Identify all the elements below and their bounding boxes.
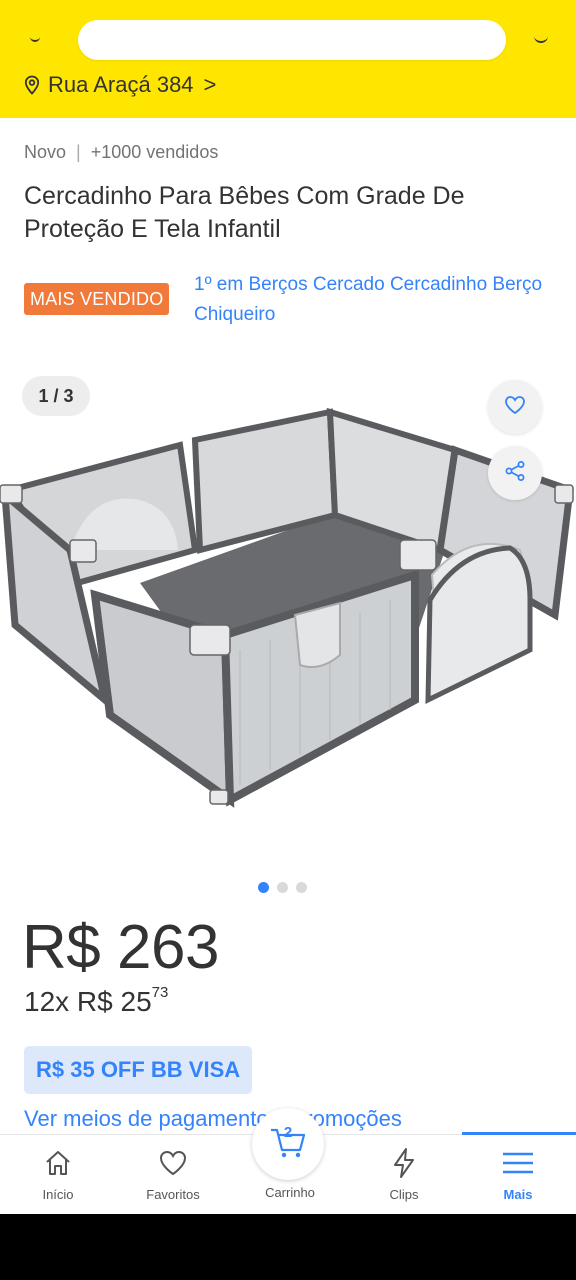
heart-icon [504,395,526,420]
favorite-button[interactable] [488,380,542,434]
back-icon[interactable] [30,36,40,42]
nav-favorites[interactable]: Favoritos [123,1135,223,1215]
nav-more[interactable]: Mais [468,1135,568,1215]
condition-label: Novo [24,142,67,162]
installments: 12x R$ 2573 [24,983,169,1018]
pagination-dot-3[interactable] [296,882,307,893]
pagination-dot-1[interactable] [258,882,269,893]
home-icon [43,1147,73,1179]
search-input[interactable] [78,20,506,60]
product-title: Cercadinho Para Bêbes Com Grade De Prote… [24,182,465,243]
image-counter: 1 / 3 [22,376,90,416]
pagination-dot-2[interactable] [277,882,288,893]
header-bar: Rua Araçá 384 > [0,0,576,118]
lightning-icon [391,1147,417,1179]
meta-separator: | [76,142,81,162]
installments-cents: 73 [151,983,169,1001]
promo-badge: R$ 35 OFF BB VISA [24,1046,253,1094]
heart-icon [158,1147,188,1179]
nav-more-label: Mais [503,1187,533,1202]
nav-favorites-label: Favoritos [146,1187,200,1202]
nav-home-label: Início [42,1187,74,1202]
share-button[interactable] [488,446,542,500]
product-meta: Novo | +1000 vendidos [24,142,218,163]
cart-icon[interactable] [534,36,548,43]
address-selector[interactable]: Rua Araçá 384 > [24,70,216,100]
share-icon [504,460,526,487]
category-rank-link[interactable]: 1º em Berços Cercado Cercadinho Berço Ch… [194,270,544,330]
nav-active-indicator [462,1132,576,1135]
chevron-right-icon: > [203,72,217,97]
best-seller-badge: MAIS VENDIDO [24,283,170,315]
nav-cart-label: Carrinho [265,1185,315,1200]
nav-cart[interactable]: 2 [252,1108,324,1180]
cart-count-badge: 2 [283,1124,293,1141]
menu-icon [502,1147,534,1179]
nav-home[interactable]: Início [8,1135,108,1215]
installments-amount: 12x R$ 25 [24,986,152,1017]
system-navigation-bar [0,1214,576,1280]
location-pin-icon [24,75,40,95]
sold-count: +1000 vendidos [90,142,219,162]
payment-methods-link[interactable]: Ver meios de pagamento e promoções [24,1106,402,1132]
address-text: Rua Araçá 384 [48,72,194,97]
nav-clips-label: Clips [389,1187,419,1202]
price: R$ 263 [22,913,219,982]
gallery-pagination [258,882,307,893]
nav-clips[interactable]: Clips [354,1135,454,1215]
